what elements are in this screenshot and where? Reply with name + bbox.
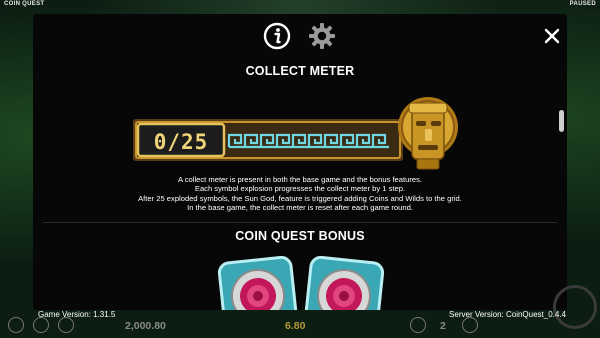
- collect-meter-description: A collect meter is present in both the b…: [73, 175, 527, 212]
- bonus-coin-icon: [303, 256, 385, 310]
- top-status-bar: COIN QUEST PAUSED: [0, 0, 600, 10]
- gear-icon[interactable]: [308, 22, 336, 50]
- description-line: A collect meter is present in both the b…: [178, 175, 422, 184]
- bonus-coin-icon: [217, 256, 299, 310]
- lines-value: 2: [440, 320, 446, 332]
- bet-plus-icon[interactable]: [462, 317, 478, 333]
- server-version: Server Version: CoinQuest_0.4.4: [449, 310, 566, 319]
- sound-icon[interactable]: [33, 317, 49, 333]
- coin-quest-bonus-title: COIN QUEST BONUS: [235, 229, 365, 243]
- collect-meter-title: COLLECT METER: [245, 64, 355, 78]
- game-name: COIN QUEST: [4, 1, 45, 7]
- bet-value: 6.80: [285, 320, 306, 332]
- section-divider: [43, 222, 557, 223]
- paytable-panel: COLLECT METER 0/25 A collect meter is pr…: [33, 14, 567, 310]
- menu-icon[interactable]: [8, 317, 24, 333]
- collect-meter-counter: 0/25: [153, 130, 209, 154]
- panel-toolbar: [33, 22, 567, 52]
- paused-status: PAUSED: [569, 1, 596, 7]
- info-icon[interactable]: [263, 22, 291, 50]
- game-version: Game Version: 1.31.5: [38, 310, 116, 319]
- bonus-coin-symbols: [217, 256, 385, 310]
- spin-button[interactable]: [553, 285, 597, 329]
- scrollbar-thumb[interactable]: [559, 110, 564, 132]
- balance-value: 2,000.80: [125, 320, 166, 332]
- description-line: Each symbol explosion progresses the col…: [194, 184, 406, 194]
- turbo-icon[interactable]: [58, 317, 74, 333]
- sun-god-mask-icon: [398, 97, 458, 170]
- description-line: In the base game, the collect meter is r…: [187, 202, 413, 212]
- scrollbar-track[interactable]: [559, 34, 563, 304]
- bet-minus-icon[interactable]: [410, 317, 426, 333]
- description-line: After 25 exploded symbols, the Sun God, …: [138, 193, 462, 203]
